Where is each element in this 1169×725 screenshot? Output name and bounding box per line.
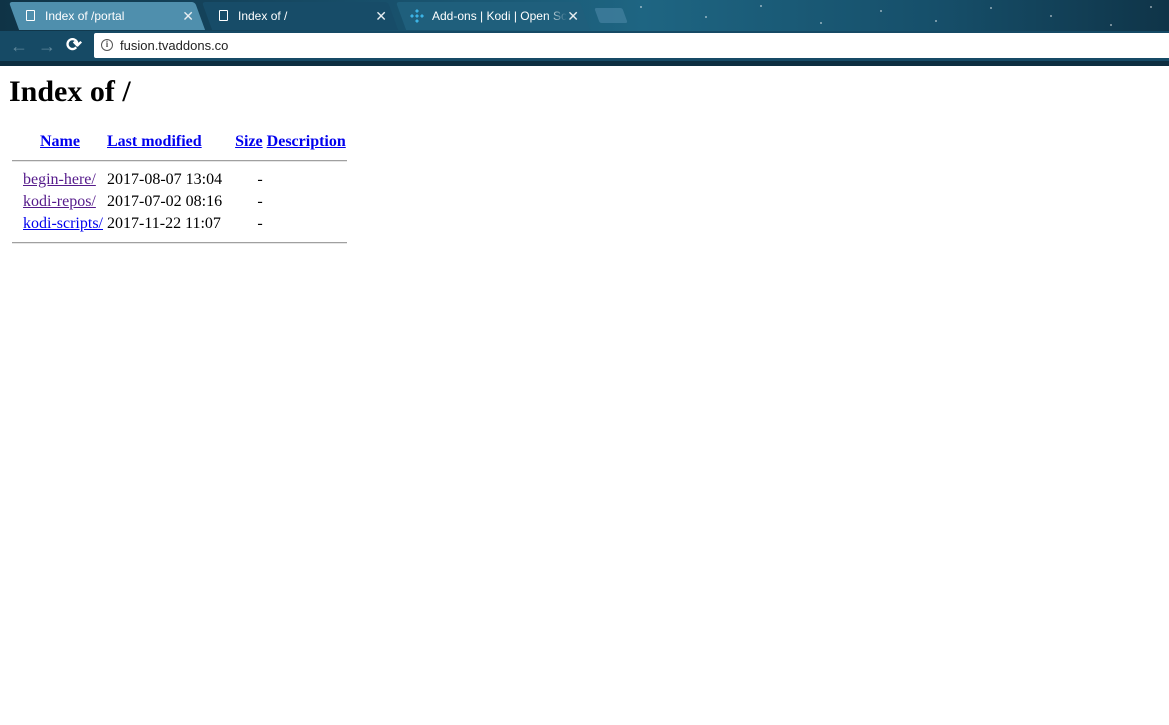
size-column-header: Size xyxy=(225,132,264,152)
entry-size-cell: - xyxy=(257,215,263,232)
table-row: begin-here/ 2017-08-07 13:04 - xyxy=(12,170,347,190)
entry-name-cell: kodi-scripts/ xyxy=(22,214,104,234)
url-text[interactable]: fusion.tvaddons.co xyxy=(120,33,228,58)
entry-name-cell: kodi-repos/ xyxy=(22,192,104,212)
kodi-logo-icon xyxy=(410,9,424,23)
divider-line xyxy=(12,242,347,244)
sort-by-size-link[interactable]: Size xyxy=(235,133,263,150)
divider-row xyxy=(12,236,347,250)
page-title: Index of / xyxy=(9,75,131,108)
close-icon[interactable]: ✕ xyxy=(182,2,194,30)
sort-by-last-modified-link[interactable]: Last modified xyxy=(107,133,202,150)
table-header-row: Name Last modified Size Description xyxy=(12,132,347,152)
entry-description-cell xyxy=(266,214,347,234)
icon-column-header xyxy=(12,132,20,152)
entry-description-cell xyxy=(266,192,347,212)
close-icon[interactable]: ✕ xyxy=(375,2,387,30)
page-icon xyxy=(26,10,35,21)
tab-index-of-portal[interactable]: Index of /portal ✕ xyxy=(8,2,206,30)
last-modified-column-header: Last modified xyxy=(106,132,223,152)
page-icon xyxy=(219,10,228,21)
divider-line xyxy=(12,160,347,162)
directory-listing: Name Last modified Size Description begi… xyxy=(10,130,349,252)
table-row: kodi-scripts/ 2017-11-22 11:07 - xyxy=(12,214,347,234)
entry-modified-cell: 2017-08-07 13:04 xyxy=(107,171,223,188)
new-tab-button[interactable] xyxy=(594,8,628,23)
page-content: Index of / Name Last modified Size Descr… xyxy=(0,66,1169,725)
info-icon[interactable]: i xyxy=(101,39,113,51)
tab-strip: Index of /portal ✕ Index of / ✕ Add-ons … xyxy=(0,0,1169,31)
browser-chrome: Index of /portal ✕ Index of / ✕ Add-ons … xyxy=(0,0,1169,66)
back-arrow-icon[interactable]: ← xyxy=(6,31,32,61)
close-icon[interactable]: ✕ xyxy=(567,2,579,30)
toolbar: ← → ⟳ i fusion.tvaddons.co xyxy=(0,31,1169,61)
entry-description-cell xyxy=(266,170,347,190)
entry-size-cell: - xyxy=(257,171,263,188)
tab-title: Index of / xyxy=(238,9,288,23)
sort-by-description-link[interactable]: Description xyxy=(267,133,346,150)
tab-kodi-addons[interactable]: Add-ons | Kodi | Open Sc ✕ xyxy=(395,2,591,30)
entry-link[interactable]: kodi-repos/ xyxy=(23,193,96,210)
name-column-header: Name xyxy=(22,132,104,152)
entry-link[interactable]: kodi-scripts/ xyxy=(23,215,103,232)
entry-name-cell: begin-here/ xyxy=(22,170,104,190)
divider-row xyxy=(12,154,347,168)
tab-title: Index of /portal xyxy=(45,9,125,23)
reload-icon[interactable]: ⟳ xyxy=(61,31,87,61)
tab-index-of-root[interactable]: Index of / ✕ xyxy=(201,2,399,30)
forward-arrow-icon[interactable]: → xyxy=(34,31,60,61)
entry-link[interactable]: begin-here/ xyxy=(23,171,96,188)
table-row: kodi-repos/ 2017-07-02 08:16 - xyxy=(12,192,347,212)
entry-modified-cell: 2017-07-02 08:16 xyxy=(107,193,223,210)
sort-by-name-link[interactable]: Name xyxy=(40,133,80,150)
tab-title: Add-ons | Kodi | Open Sc xyxy=(432,9,567,23)
entry-size-cell: - xyxy=(257,193,263,210)
entry-modified-cell: 2017-11-22 11:07 xyxy=(107,215,221,232)
description-column-header: Description xyxy=(266,132,347,152)
address-bar[interactable]: i fusion.tvaddons.co xyxy=(94,33,1169,58)
